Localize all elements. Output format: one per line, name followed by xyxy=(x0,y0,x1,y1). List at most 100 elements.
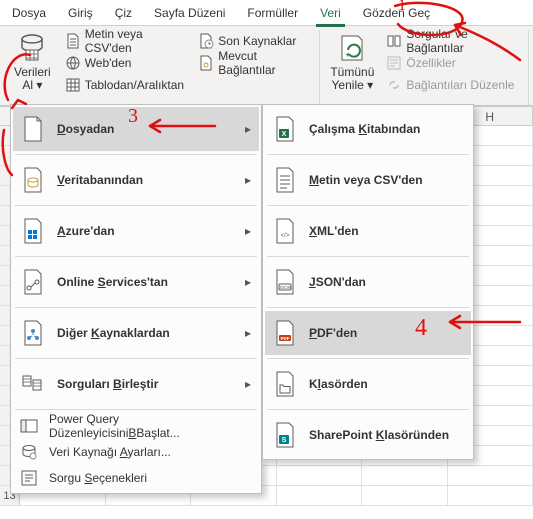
chevron-right-icon: ▸ xyxy=(245,377,253,391)
sm-klasor-post: asörden xyxy=(321,377,368,391)
mevcut-baglantilar-button[interactable]: Mevcut Bağlantılar xyxy=(196,52,313,74)
query-options-icon xyxy=(19,468,39,488)
menu-diger-label-pre: Diğer xyxy=(57,326,91,340)
dosyadan-submenu: X Çalışma Kitabından Metin veya CSV'den … xyxy=(262,104,474,460)
connections-icon xyxy=(198,55,214,71)
menu-dosyadan-label: osyadan xyxy=(66,122,115,136)
separator xyxy=(15,205,257,206)
chevron-right-icon: ▸ xyxy=(245,224,253,238)
webden-button[interactable]: Web'den xyxy=(63,52,189,74)
submenu-item-calisma-kitabindan[interactable]: X Çalışma Kitabından xyxy=(265,107,471,151)
menu-item-sorgulari-birlestir[interactable]: Sorguları Birleştir ▸ xyxy=(13,362,259,406)
menu-pq-label-post: Başlat... xyxy=(136,426,179,440)
svg-text:</>: </> xyxy=(281,233,290,239)
queries-icon xyxy=(386,33,402,49)
baglantilari-duzenle-button: Bağlantıları Düzenle xyxy=(384,74,522,96)
menu-item-dosyadan[interactable]: Dosyadan ▸ xyxy=(13,107,259,151)
tab-dosya[interactable]: Dosya xyxy=(8,4,50,24)
separator xyxy=(15,154,257,155)
menu-azuredan-label: zure'dan xyxy=(66,224,115,238)
menu-online-label-post: ervices'tan xyxy=(106,275,168,289)
submenu-item-json[interactable]: JSON JSON'dan xyxy=(265,260,471,304)
sm-metin-post: etin veya CSV'den xyxy=(319,173,423,187)
database-get-icon xyxy=(16,32,48,64)
menu-item-sorgu-secenekleri[interactable]: Sorgu Seçenekleri xyxy=(13,465,259,491)
menu-item-online-services[interactable]: Online Services'tan ▸ xyxy=(13,260,259,304)
ozellikler-label: Özellikler xyxy=(406,56,455,70)
sm-sp-pre: SharePoint xyxy=(309,428,376,442)
ribbon: Verileri Al ▾ Metin veya CSV'den Web'den… xyxy=(0,26,533,106)
refresh-all-icon xyxy=(336,32,368,64)
submenu-item-xml[interactable]: </> XML'den xyxy=(265,209,471,253)
verileri-al-menu: Dosyadan ▸ Veritabanından ▸ Azure'dan ▸ … xyxy=(10,104,262,494)
verileri-al-label-2: Al xyxy=(22,78,33,92)
ribbon-tabs: Dosya Giriş Çiz Sayfa Düzeni Formüller V… xyxy=(0,0,533,26)
properties-icon xyxy=(386,55,402,71)
menu-diger-label-post: aynaklardan xyxy=(100,326,170,340)
chevron-right-icon: ▸ xyxy=(245,326,253,340)
metin-csv-button[interactable]: Metin veya CSV'den xyxy=(63,30,189,52)
file-icon xyxy=(19,115,47,143)
xml-file-icon: </> xyxy=(271,217,299,245)
separator xyxy=(15,256,257,257)
other-sources-icon xyxy=(19,319,47,347)
tumunu-yenile-label-2: Yenile xyxy=(332,78,364,92)
chevron-right-icon: ▸ xyxy=(245,275,253,289)
menu-sorgulari-label-pre: Sorguları xyxy=(57,377,113,391)
webden-label: Web'den xyxy=(85,56,132,70)
tablodan-label: Tablodan/Aralıktan xyxy=(85,78,184,92)
menu-item-power-query[interactable]: Power Query DüzenleyicisiniBBaşlat... xyxy=(13,413,259,439)
chevron-right-icon: ▸ xyxy=(245,173,253,187)
chevron-right-icon: ▸ xyxy=(245,122,253,136)
pdf-file-icon: PDF xyxy=(271,319,299,347)
tumunu-yenile-button[interactable]: Tümünü Yenile ▾ xyxy=(326,30,378,105)
baglantilari-duzenle-label: Bağlantıları Düzenle xyxy=(406,78,514,92)
tab-sayfa-duzeni[interactable]: Sayfa Düzeni xyxy=(150,4,229,24)
metin-csv-label: Metin veya CSV'den xyxy=(85,27,187,55)
separator xyxy=(267,358,469,359)
tab-gozden-gecir[interactable]: Gözden Geç xyxy=(359,4,434,24)
tab-formuller[interactable]: Formüller xyxy=(243,4,302,24)
menu-vka-label-pre: Veri Kaynağı xyxy=(49,445,120,459)
menu-item-azuredan[interactable]: Azure'dan ▸ xyxy=(13,209,259,253)
separator xyxy=(267,409,469,410)
text-csv-icon xyxy=(271,166,299,194)
menu-ss-label-post: eçenekleri xyxy=(92,471,147,485)
menu-ss-label-pre: Sorgu xyxy=(49,471,84,485)
menu-item-veri-kaynagi-ayarlari[interactable]: Veri Kaynağı Ayarları... xyxy=(13,439,259,465)
dropdown-chevron-icon: ▾ xyxy=(36,78,42,92)
group-get-transform: Verileri Al ▾ Metin veya CSV'den Web'den… xyxy=(4,30,320,105)
text-file-icon xyxy=(65,33,81,49)
json-file-icon: JSON xyxy=(271,268,299,296)
power-query-icon xyxy=(19,416,39,436)
submenu-item-klasorden[interactable]: Klasörden xyxy=(265,362,471,406)
tab-ciz[interactable]: Çiz xyxy=(111,4,136,24)
dropdown-chevron-icon: ▾ xyxy=(367,78,373,92)
submenu-item-metin-csv[interactable]: Metin veya CSV'den xyxy=(265,158,471,202)
separator xyxy=(15,358,257,359)
globe-icon xyxy=(65,55,81,71)
tab-giris[interactable]: Giriş xyxy=(64,4,97,24)
menu-pq-label-pre: Power Query Düzenleyicisini xyxy=(49,412,128,440)
edit-links-icon xyxy=(386,77,402,93)
separator xyxy=(267,154,469,155)
tab-veri[interactable]: Veri xyxy=(316,4,345,27)
sm-pdf-post: DF'den xyxy=(317,326,357,340)
data-source-settings-icon xyxy=(19,442,39,462)
database-icon xyxy=(19,166,47,194)
menu-online-label-pre: Online xyxy=(57,275,98,289)
menu-item-veritabanindan[interactable]: Veritabanından ▸ xyxy=(13,158,259,202)
verileri-al-button[interactable]: Verileri Al ▾ xyxy=(10,30,55,96)
menu-veritabanindan-label: eritabanından xyxy=(64,173,143,187)
sorgular-baglantilar-button[interactable]: Sorgular ve Bağlantılar xyxy=(384,30,522,52)
sm-xml-post: ML'den xyxy=(317,224,359,238)
separator xyxy=(15,409,257,410)
submenu-item-sharepoint[interactable]: S SharePoint Klasöründen xyxy=(265,413,471,457)
sm-calisma-pre: Çalışma xyxy=(309,122,358,136)
submenu-item-pdf[interactable]: PDF PDF'den xyxy=(265,311,471,355)
menu-item-diger-kaynaklar[interactable]: Diğer Kaynaklardan ▸ xyxy=(13,311,259,355)
group-queries: Tümünü Yenile ▾ Sorgular ve Bağlantılar … xyxy=(320,30,529,105)
son-kaynaklar-label: Son Kaynaklar xyxy=(218,34,296,48)
tablodan-button[interactable]: Tablodan/Aralıktan xyxy=(63,74,189,96)
excel-file-icon: X xyxy=(271,115,299,143)
